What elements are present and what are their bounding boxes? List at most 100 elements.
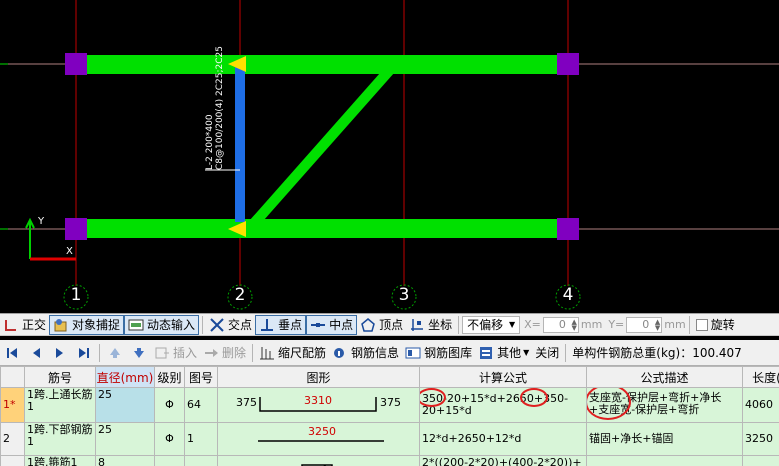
delete-icon	[203, 345, 219, 361]
coordinate-snap-button[interactable]: 坐标	[406, 315, 455, 335]
cell-fig-no[interactable]: 64	[184, 387, 218, 423]
insert-button[interactable]: 插入	[151, 343, 200, 363]
rebar-shape-drawing: 360	[220, 457, 417, 466]
cell-bar-name[interactable]: 1跨.上通长筋1	[24, 387, 96, 423]
row-index[interactable]: 2	[0, 422, 25, 456]
beam-diagonal	[242, 64, 402, 229]
vertex-icon	[360, 317, 376, 333]
axis-label-2: 2	[234, 285, 246, 305]
beam-top	[76, 55, 568, 74]
orthogonal-button[interactable]: 正交	[0, 315, 49, 335]
col-header-formula[interactable]: 计算公式	[419, 366, 587, 388]
cell-length[interactable]: 3250	[742, 422, 779, 456]
orthogonal-icon	[3, 317, 19, 333]
cell-shape[interactable]: 360	[217, 455, 420, 466]
cell-shape[interactable]: 3250	[217, 422, 420, 456]
cell-formula[interactable]: 350-20+15*d+2650+350-20+15*d	[419, 387, 587, 423]
intersection-label: 交点	[228, 318, 253, 332]
rebar-shape-line	[258, 440, 384, 442]
perpendicular-icon	[259, 317, 275, 333]
delete-button[interactable]: 删除	[200, 343, 249, 363]
midpoint-snap-button[interactable]: 中点	[306, 314, 358, 335]
move-up-icon[interactable]	[108, 346, 122, 360]
cell-length[interactable]: 1230	[742, 455, 779, 466]
table-row[interactable]: 3 1跨.箍筋1 8 Φ 195 360 2*((200-2*20)+(400-…	[0, 455, 779, 466]
y-offset-input[interactable]: 0 ▲ ▼	[626, 316, 663, 333]
object-snap-label: 对象捕捉	[72, 318, 121, 332]
close-button[interactable]: 关闭	[532, 343, 562, 363]
scale-rebar-button[interactable]: 缩尺配筋	[256, 343, 329, 363]
rebar-library-icon	[405, 345, 421, 361]
dynamic-input-label: 动态输入	[147, 318, 196, 332]
table-row[interactable]: 2 1跨.下部钢筋1 25 Φ 1 3250 12*d+2650+12*d 锚固…	[0, 422, 779, 456]
column-1-top	[65, 53, 87, 75]
axis-label-1: 1	[70, 285, 82, 305]
vertex-label: 顶点	[379, 318, 404, 332]
rotate-checkbox[interactable]: 旋转	[693, 315, 738, 335]
svg-text:X: X	[66, 246, 73, 257]
rotate-label: 旋转	[710, 318, 735, 332]
cell-diameter[interactable]: 8	[95, 455, 155, 466]
cell-length[interactable]: 4060	[742, 387, 779, 423]
prev-record-icon[interactable]	[29, 346, 43, 360]
cell-fig-no[interactable]: 1	[184, 422, 218, 456]
grid-header-row: 筋号 直径(mm) 级别 图号 图形 计算公式 公式描述 长度(	[0, 366, 779, 388]
cell-description[interactable]: 支座宽-保护层+弯折+净长+支座宽-保护层+弯折	[586, 387, 743, 423]
total-weight-label: 单构件钢筋总重(kg)：100.407	[572, 346, 742, 360]
beam-annotation-rebar: C8@100/200(4) 2C25;2C25	[215, 46, 225, 170]
midpoint-label: 中点	[329, 318, 354, 332]
cell-formula[interactable]: 2*((200-2*20)+(400-2*20))+	[419, 455, 587, 466]
beam-bottom	[76, 219, 568, 238]
col-header-shape[interactable]: 图形	[217, 366, 420, 388]
col-header-description[interactable]: 公式描述	[586, 366, 743, 388]
cell-shape[interactable]: 375 3310 375	[217, 387, 420, 423]
last-record-icon[interactable]	[77, 346, 91, 360]
dynamic-input-button[interactable]: 动态输入	[124, 314, 200, 335]
coordinate-label: 坐标	[428, 318, 453, 332]
first-record-icon[interactable]	[5, 346, 19, 360]
next-record-icon[interactable]	[53, 346, 67, 360]
vertex-snap-button[interactable]: 顶点	[357, 315, 406, 335]
col-header-bar-no[interactable]: 筋号	[24, 366, 96, 388]
x-offset-input[interactable]: 0 ▲ ▼	[542, 316, 579, 333]
cell-grade[interactable]: Φ	[154, 387, 185, 423]
offset-mode-select[interactable]: 不偏移 ▼	[462, 315, 521, 334]
col-header-fig-no[interactable]: 图号	[184, 366, 218, 388]
midpoint-icon	[310, 317, 326, 333]
column-4-bottom	[557, 218, 579, 240]
rebar-info-button[interactable]: 钢筋信息	[329, 343, 402, 363]
cell-formula[interactable]: 12*d+2650+12*d	[419, 422, 587, 456]
cell-grade[interactable]: Φ	[154, 455, 185, 466]
row-index[interactable]: 3	[0, 455, 25, 466]
selected-beam	[235, 67, 245, 222]
rebar-grid: 筋号 直径(mm) 级别 图号 图形 计算公式 公式描述 长度( 1* 1跨.上…	[0, 366, 779, 466]
col-header-diameter[interactable]: 直径(mm)	[95, 366, 155, 388]
cell-grade[interactable]: Φ	[154, 422, 185, 456]
table-row[interactable]: 1* 1跨.上通长筋1 25 Φ 64 375 3310 375 350-20+…	[0, 387, 779, 423]
cell-diameter[interactable]: 25	[95, 387, 155, 423]
rebar-toolbar: 插入 删除 缩尺配筋 钢筋信息 钢筋图库 其他 ▼ 关闭 单构件钢筋总重(kg)…	[0, 340, 779, 366]
cell-fig-no[interactable]: 195	[184, 455, 218, 466]
cell-description[interactable]	[586, 455, 743, 466]
cell-bar-name[interactable]: 1跨.下部钢筋1	[24, 422, 96, 456]
rebar-shape-drawing: 375 3310 375	[220, 389, 417, 417]
move-down-icon[interactable]	[132, 346, 146, 360]
cell-diameter[interactable]: 25	[95, 422, 155, 456]
column-1-bottom	[65, 218, 87, 240]
svg-text:Y: Y	[37, 216, 45, 227]
cell-description[interactable]: 锚固+净长+锚固	[586, 422, 743, 456]
row-index[interactable]: 1*	[0, 387, 25, 423]
chevron-down-icon: ▼	[523, 348, 530, 357]
other-menu-button[interactable]: 其他 ▼	[475, 343, 532, 363]
col-header-grade[interactable]: 级别	[154, 366, 185, 388]
cad-canvas[interactable]: L-2 200*400 C8@100/200(4) 2C25;2C25 Y X …	[0, 0, 779, 313]
column-4-top	[557, 53, 579, 75]
cell-bar-name[interactable]: 1跨.箍筋1	[24, 455, 96, 466]
rebar-library-button[interactable]: 钢筋图库	[402, 343, 475, 363]
insert-icon	[154, 345, 170, 361]
intersection-snap-button[interactable]: 交点	[206, 315, 255, 335]
object-snap-button[interactable]: 对象捕捉	[49, 314, 125, 335]
axis-label-3: 3	[398, 285, 410, 305]
col-header-length[interactable]: 长度(	[742, 366, 779, 388]
perpendicular-snap-button[interactable]: 垂点	[255, 314, 307, 335]
